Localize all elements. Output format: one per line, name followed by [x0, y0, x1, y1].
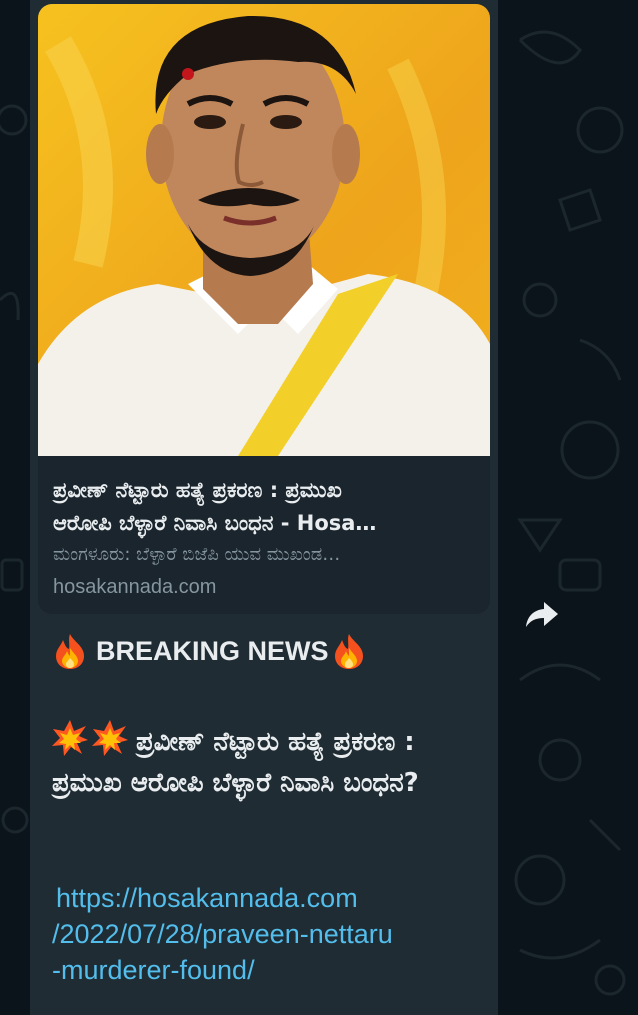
collision-icon: [92, 720, 128, 756]
collision-icon: [52, 720, 88, 756]
portrait-photo: [38, 4, 490, 456]
link-preview-title-line1: ಪ್ರವೀಣ್ ನೆಟ್ಟಾರು ಹತ್ಯೆ ಪ್ರಕರಣ : ಪ್ರಮುಖ: [53, 478, 342, 502]
link-preview-domain: hosakannada.com: [53, 576, 217, 598]
link-preview-image[interactable]: [38, 4, 490, 456]
link-preview-title-line2: ಆರೋಪಿ ಬೆಳ್ಳಾರೆ ನಿವಾಸಿ ಬಂಧನ - Hosa…: [53, 511, 377, 535]
link-preview-card[interactable]: ಪ್ರವೀಣ್ ನೆಟ್ಟಾರು ಹತ್ಯೆ ಪ್ರಕರಣ : ಪ್ರಮುಖ ಆ…: [38, 4, 490, 614]
fire-icon: [56, 634, 84, 669]
article-link-line2[interactable]: /2022/07/28/praveen-nettaru: [52, 916, 472, 952]
breaking-news-line: BREAKING NEWS: [52, 632, 367, 670]
fire-icon: [334, 634, 363, 669]
article-link[interactable]: https://hosakannada.com /2022/07/28/prav…: [52, 880, 472, 988]
link-preview-title[interactable]: ಪ್ರವೀಣ್ ನೆಟ್ಟಾರು ಹತ್ಯೆ ಪ್ರಕರಣ : ಪ್ರಮುಖ ಆ…: [53, 474, 483, 540]
link-preview-description: ಮಂಗಳೂರು: ಬೆಳ್ಳಾರೆ ಬಿಜೆಪಿ ಯುವ ಮುಖಂಡ…: [53, 544, 341, 565]
article-link-line3[interactable]: -murderer-found/: [52, 952, 472, 988]
article-link-line1[interactable]: https://hosakannada.com: [52, 880, 472, 916]
breaking-news-label: BREAKING NEWS: [96, 635, 329, 666]
message-headline: ಪ್ರವೀಣ್ ನೆಟ್ಟಾರು ಹತ್ಯೆ ಪ್ರಕರಣ : ಪ್ರಮುಖ ಆ…: [52, 720, 472, 804]
forward-button[interactable]: [522, 596, 562, 632]
forward-arrow-icon: [526, 602, 558, 627]
